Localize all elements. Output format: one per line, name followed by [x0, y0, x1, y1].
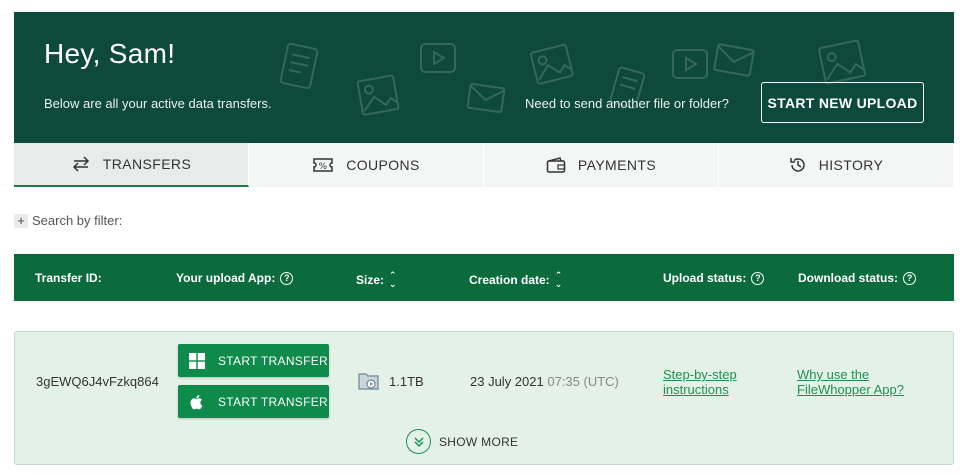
chevron-down-double-icon	[406, 429, 431, 454]
button-label: START TRANSFER	[218, 353, 328, 368]
coupon-icon: %	[313, 158, 333, 172]
tab-label: PAYMENTS	[577, 157, 657, 173]
column-upload-app: Your upload App:?	[176, 271, 294, 285]
windows-icon	[189, 352, 205, 369]
show-more-label: SHOW MORE	[439, 434, 519, 449]
greeting-title: Hey, Sam!	[44, 38, 176, 69]
svg-text:%: %	[319, 162, 328, 172]
image-doodle-icon	[356, 74, 400, 116]
wallet-icon	[546, 157, 566, 173]
column-transfer-id: Transfer ID:	[35, 271, 102, 285]
creation-date: 23 July 2021 07:35 (UTC)	[470, 374, 619, 389]
transfer-id: 3gEWQ6J4vFzkq864	[36, 374, 159, 389]
start-transfer-mac-button[interactable]: START TRANSFER	[178, 385, 329, 418]
step-by-step-instructions-link[interactable]: Step-by-step instructions	[663, 367, 737, 397]
tab-history[interactable]: HISTORY	[719, 143, 954, 187]
sort-icon[interactable]: ⌃ ⌄	[389, 271, 397, 289]
filter-label: Search by filter:	[32, 213, 123, 228]
mail-doodle-icon	[466, 83, 506, 113]
tab-payments[interactable]: PAYMENTS	[484, 143, 719, 187]
column-size[interactable]: Size: ⌃ ⌄	[356, 271, 397, 289]
why-use-app-link[interactable]: Why use the FileWhopper App?	[797, 367, 904, 397]
apple-icon	[190, 394, 203, 409]
folder-icon	[358, 373, 379, 390]
mail-doodle-icon	[713, 43, 755, 77]
table-row: 3gEWQ6J4vFzkq864 START TRANSFER START TR…	[14, 331, 954, 465]
image-doodle-icon	[529, 43, 574, 85]
search-filter-toggle[interactable]: + Search by filter:	[14, 213, 122, 228]
tab-bar: TRANSFERS % COUPONS PAYMENTS HISTORY	[14, 143, 954, 187]
video-doodle-icon	[672, 49, 708, 79]
start-transfer-windows-button[interactable]: START TRANSFER	[178, 344, 329, 377]
video-doodle-icon	[420, 43, 456, 73]
column-upload-status: Upload status:?	[663, 271, 765, 285]
hero-upload-prompt: Need to send another file or folder?	[525, 96, 729, 111]
help-icon[interactable]: ?	[903, 271, 917, 285]
tab-label: HISTORY	[818, 157, 884, 173]
tab-label: COUPONS	[346, 157, 420, 173]
tab-label: TRANSFERS	[102, 156, 192, 172]
sort-icon[interactable]: ⌃ ⌄	[555, 271, 563, 289]
help-icon[interactable]: ?	[751, 271, 765, 285]
file-size: 1.1TB	[389, 374, 424, 389]
transfer-arrows-icon	[72, 156, 89, 172]
help-icon[interactable]: ?	[280, 271, 294, 285]
column-download-status: Download status:?	[798, 271, 917, 285]
show-more-button[interactable]: SHOW MORE	[406, 429, 518, 454]
creation-time: 07:35 (UTC)	[547, 374, 619, 389]
button-label: START TRANSFER	[218, 394, 328, 409]
start-new-upload-button[interactable]: START NEW UPLOAD	[761, 82, 924, 123]
hero-subtitle: Below are all your active data transfers…	[44, 96, 272, 111]
column-creation-date[interactable]: Creation date: ⌃ ⌄	[469, 271, 562, 289]
history-icon	[789, 158, 805, 172]
tab-transfers[interactable]: TRANSFERS	[14, 143, 249, 187]
document-doodle-icon	[279, 42, 319, 90]
plus-icon: +	[14, 213, 28, 228]
table-header: Transfer ID: Your upload App:? Size: ⌃ ⌄ C…	[14, 254, 954, 301]
hero-banner: Hey, Sam! Below are all your active data…	[14, 12, 954, 143]
tab-coupons[interactable]: % COUPONS	[249, 143, 484, 187]
